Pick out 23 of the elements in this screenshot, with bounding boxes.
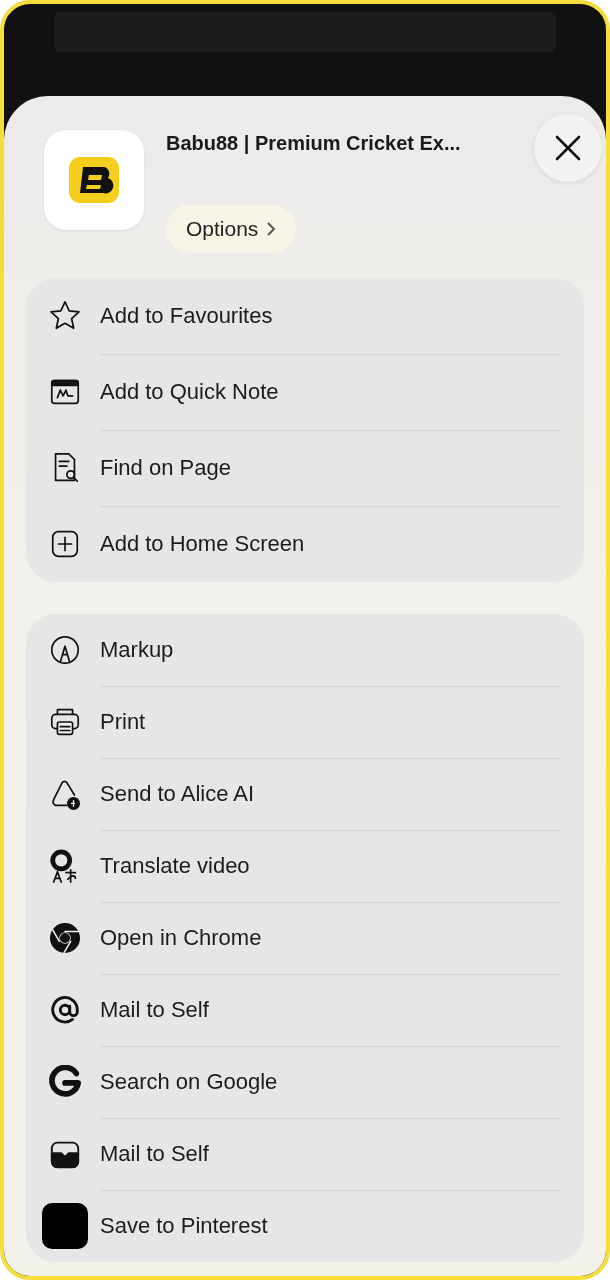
menu-item[interactable]: Print (100, 685, 560, 759)
close-button[interactable] (534, 114, 602, 182)
menu-item[interactable]: Translate video (100, 829, 560, 903)
menu-item[interactable]: Save to Pinterest (100, 1190, 560, 1262)
menu-item[interactable]: Open in Chrome (100, 901, 560, 975)
menu-item[interactable]: Mail to Self (100, 973, 560, 1047)
app-icon (44, 130, 144, 230)
menu-item[interactable]: Find on Page (100, 429, 560, 507)
g-letter-icon (48, 1065, 82, 1099)
close-icon (554, 134, 582, 162)
page-title: Babu88 | Premium Cricket Ex... (166, 132, 461, 155)
menu-item[interactable]: Mail to Self (100, 1117, 560, 1191)
app-tile-icon (42, 1203, 88, 1249)
menu-item[interactable]: Add to Favourites (100, 277, 560, 355)
chrome-icon (48, 921, 82, 955)
menu-item[interactable]: Markup (100, 613, 560, 687)
pen-circle-icon (48, 633, 82, 667)
menu-item[interactable]: Add to Quick Note (100, 353, 560, 431)
options-button[interactable]: Options (166, 205, 297, 253)
chevron-icon (266, 221, 277, 237)
menu-item[interactable]: Add to Home Screen (100, 506, 560, 582)
menu-item[interactable]: Search on Google (100, 1045, 560, 1119)
menu-item[interactable]: Send to Alice AI (100, 757, 560, 831)
